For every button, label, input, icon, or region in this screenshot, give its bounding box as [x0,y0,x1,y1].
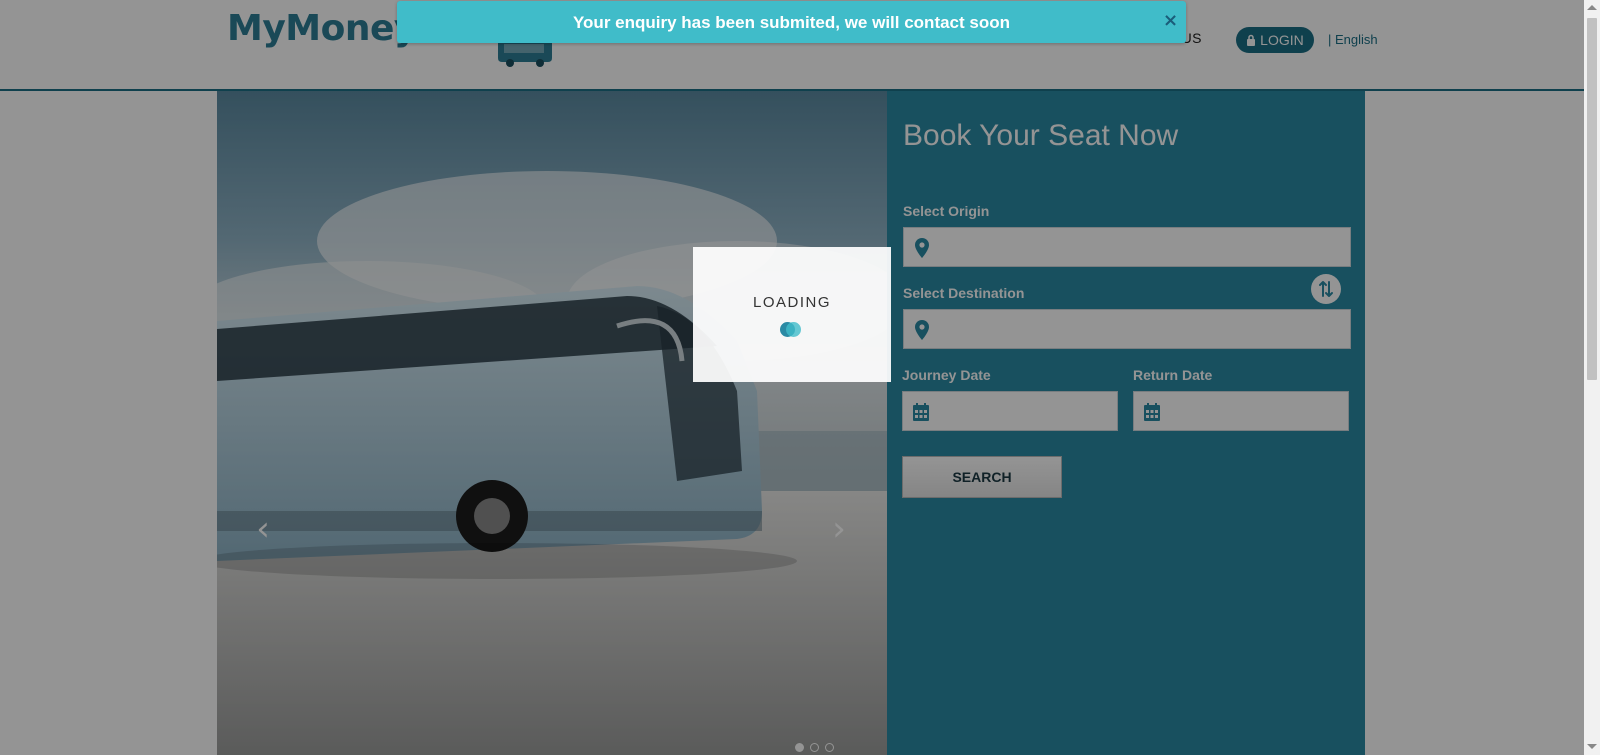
loading-indicator: LOADING [693,247,891,382]
scroll-up-icon[interactable] [1587,5,1597,10]
loading-text: LOADING [752,294,831,311]
loading-spinner-icon [780,322,806,338]
scroll-thumb[interactable] [1587,18,1597,380]
scroll-down-icon[interactable] [1587,744,1597,749]
page-scrollbar[interactable] [1584,0,1600,755]
alert-close-icon[interactable]: × [1163,10,1178,31]
success-alert: Your enquiry has been submited, we will … [397,1,1186,43]
alert-message: Your enquiry has been submited, we will … [572,13,1011,32]
